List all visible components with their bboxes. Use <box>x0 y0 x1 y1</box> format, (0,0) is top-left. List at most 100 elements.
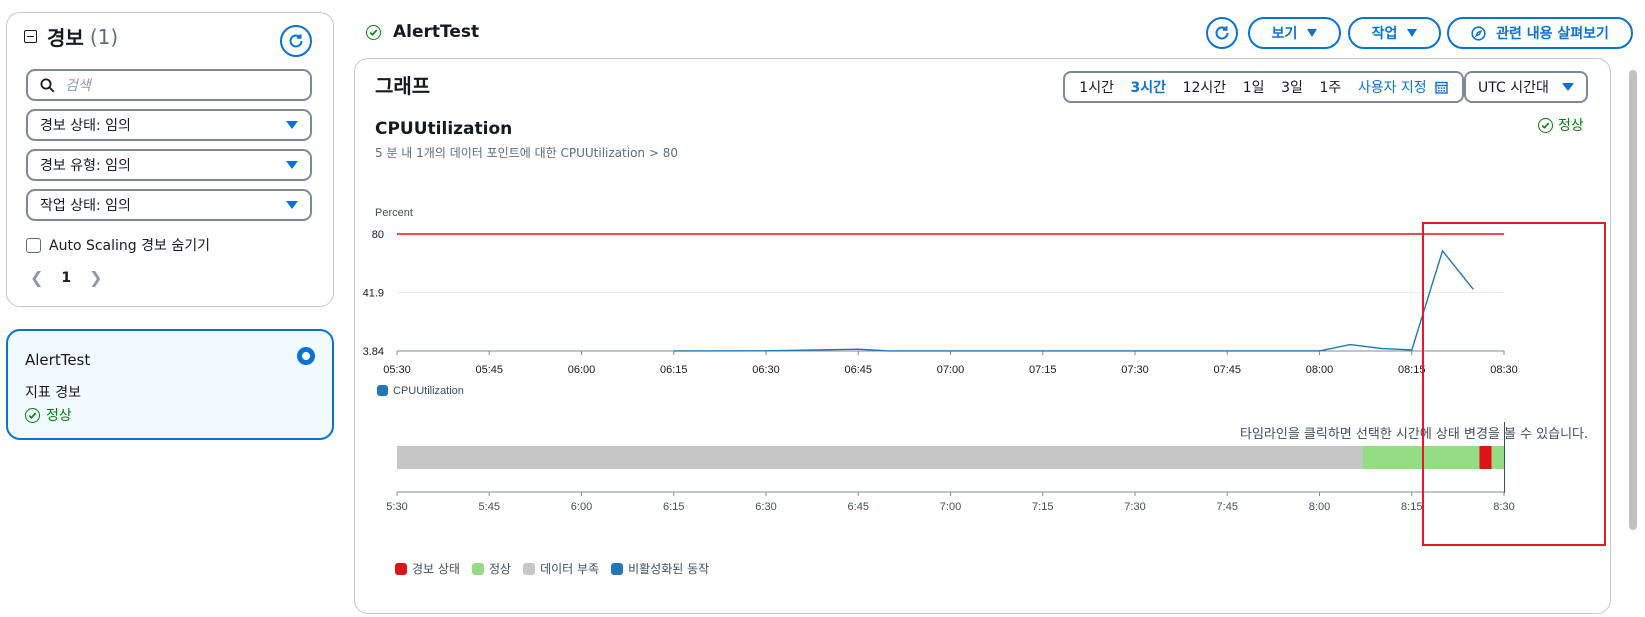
graph-section-title: 그래프 <box>375 74 431 98</box>
timeline-tick-label: 5:45 <box>479 501 500 513</box>
legend-swatch <box>377 385 388 396</box>
x-tick-label: 06:45 <box>844 364 872 376</box>
x-tick-label: 05:30 <box>383 364 411 376</box>
x-axis-ticks: 05:30 05:45 06:00 06:15 06:30 06:45 07:00 07:15… <box>383 351 1518 376</box>
chart-legend: CPUUtilization <box>377 385 464 397</box>
explore-related-label: 관련 내용 살펴보기 <box>1496 26 1609 42</box>
autoscaling-hide-checkbox[interactable] <box>26 237 41 253</box>
cpu-utilization-series-line <box>673 249 1474 352</box>
legend-item-insufficient: 데이터 부족 <box>523 560 599 577</box>
alarm-list-title: 경보 (1) <box>24 22 118 51</box>
metric-title: CPUUtilization <box>375 119 513 139</box>
timeline-segment[interactable] <box>397 446 1363 469</box>
timeline-tick-label: 6:30 <box>755 501 776 513</box>
x-tick-label: 06:30 <box>752 364 780 376</box>
chart-gridlines <box>397 233 1504 352</box>
refresh-button[interactable] <box>1206 17 1238 49</box>
legend-item-ok: 정상 <box>471 560 512 577</box>
action-state-select-label: 작업 상태: 임의 <box>40 198 131 214</box>
view-button-label: 보기 <box>1271 26 1298 42</box>
x-tick-label: 06:00 <box>568 364 596 376</box>
time-range-option[interactable]: 1시간 <box>1079 77 1114 97</box>
timeline-tick-label: 6:15 <box>663 501 684 513</box>
metric-status: 정상 <box>1538 115 1584 135</box>
legend-label: 경보 상태 <box>412 562 460 576</box>
search-input[interactable]: 검색 <box>26 69 312 101</box>
timeline-ticks: 5:30 5:45 6:00 6:15 6:30 6:45 7:00 7:15 7:30 7:45… <box>386 491 1515 513</box>
time-range-option[interactable]: 12시간 <box>1183 77 1227 97</box>
check-circle-icon <box>1538 117 1553 133</box>
pagination: ❮ 1 ❯ <box>30 268 103 287</box>
legend-swatch <box>611 562 624 575</box>
current-page-number[interactable]: 1 <box>61 270 71 286</box>
timeline-tick-label: 7:00 <box>940 501 961 513</box>
legend-label: CPUUtilization <box>393 385 464 397</box>
x-tick-label: 08:00 <box>1306 364 1334 376</box>
search-icon <box>40 78 55 92</box>
page-title-text: AlertTest <box>393 22 480 42</box>
x-tick-label: 07:45 <box>1213 364 1241 376</box>
timeline-tick-label: 7:15 <box>1032 501 1053 513</box>
alarm-type-select-label: 경보 유형: 임의 <box>40 158 131 174</box>
x-tick-label: 06:15 <box>660 364 688 376</box>
legend-label: 정상 <box>488 562 512 576</box>
time-range-option[interactable]: 1일 <box>1243 77 1265 97</box>
legend-swatch <box>395 562 407 575</box>
alarm-list-title-text: 경보 <box>47 26 84 50</box>
view-dropdown-button[interactable]: 보기 <box>1248 17 1341 49</box>
metric-description: 5 분 내 1개의 데이터 포인트에 대한 CPUUtilization > 8… <box>375 146 678 160</box>
alarm-select-radio[interactable] <box>297 347 315 365</box>
alarm-state-select-label: 경보 상태: 임의 <box>40 118 131 134</box>
compass-icon <box>1471 25 1486 41</box>
time-range-option-active[interactable]: 3시간 <box>1131 77 1167 97</box>
alarm-state-select[interactable]: 경보 상태: 임의 <box>26 109 312 141</box>
timeline-tick-label: 6:45 <box>848 501 869 513</box>
time-range-option[interactable]: 1주 <box>1319 77 1341 97</box>
next-page-button[interactable]: ❯ <box>89 268 102 287</box>
x-tick-label: 05:45 <box>475 364 503 376</box>
action-state-select[interactable]: 작업 상태: 임의 <box>26 189 312 221</box>
caret-down-icon <box>1562 83 1574 91</box>
alarm-item-status: 정상 <box>25 405 72 425</box>
legend-item-alarm: 경보 상태 <box>395 560 460 577</box>
autoscaling-hide-checkbox-row[interactable]: Auto Scaling 경보 숨기기 <box>26 235 210 255</box>
actions-button-label: 작업 <box>1371 26 1398 42</box>
alarm-item-status-text: 정상 <box>46 408 72 424</box>
x-tick-label: 07:30 <box>1121 364 1149 376</box>
explore-related-button[interactable]: 관련 내용 살펴보기 <box>1447 17 1633 49</box>
x-tick-label: 07:15 <box>1029 364 1057 376</box>
caret-down-icon <box>1407 29 1418 37</box>
refresh-icon <box>1215 26 1229 40</box>
page-title: AlertTest <box>366 22 479 42</box>
filter-refresh-button[interactable] <box>280 25 312 57</box>
timeline-tick-label: 7:30 <box>1124 501 1145 513</box>
timeline-legend: 경보 상태 정상 데이터 부족 비활성화된 동작 <box>395 560 709 577</box>
legend-swatch <box>523 562 536 575</box>
caret-down-icon <box>286 121 298 129</box>
timeline-tick-label: 7:45 <box>1217 501 1238 513</box>
legend-item-disabled-actions: 비활성화된 동작 <box>611 560 709 577</box>
actions-dropdown-button[interactable]: 작업 <box>1348 17 1441 49</box>
search-placeholder: 검색 <box>65 78 91 94</box>
y-axis-label: Percent <box>375 207 413 219</box>
caret-down-icon <box>286 161 298 169</box>
custom-time-range-button[interactable]: 사용자 지정 <box>1358 77 1448 97</box>
alarm-count: (1) <box>89 24 119 49</box>
timeline-tick-label: 6:00 <box>571 501 592 513</box>
y-tick-label: 80 <box>372 229 384 241</box>
y-tick-label: 41.9 <box>363 288 384 300</box>
previous-page-button[interactable]: ❮ <box>30 268 43 287</box>
highlight-box <box>1422 222 1606 546</box>
alarm-type-select[interactable]: 경보 유형: 임의 <box>26 149 312 181</box>
timeline-tick-label: 8:00 <box>1309 501 1330 513</box>
legend-label: 데이터 부족 <box>540 562 600 576</box>
refresh-icon <box>289 34 303 48</box>
timezone-select[interactable]: UTC 시간대 <box>1464 71 1588 103</box>
time-range-option[interactable]: 3일 <box>1281 77 1303 97</box>
calendar-icon <box>1434 81 1448 94</box>
caret-down-icon <box>1307 29 1318 37</box>
custom-time-range-label: 사용자 지정 <box>1357 80 1427 96</box>
timeline-tick-label: 8:15 <box>1401 501 1422 513</box>
scrollbar-thumb[interactable] <box>1629 70 1637 530</box>
collapse-icon[interactable] <box>24 30 37 43</box>
